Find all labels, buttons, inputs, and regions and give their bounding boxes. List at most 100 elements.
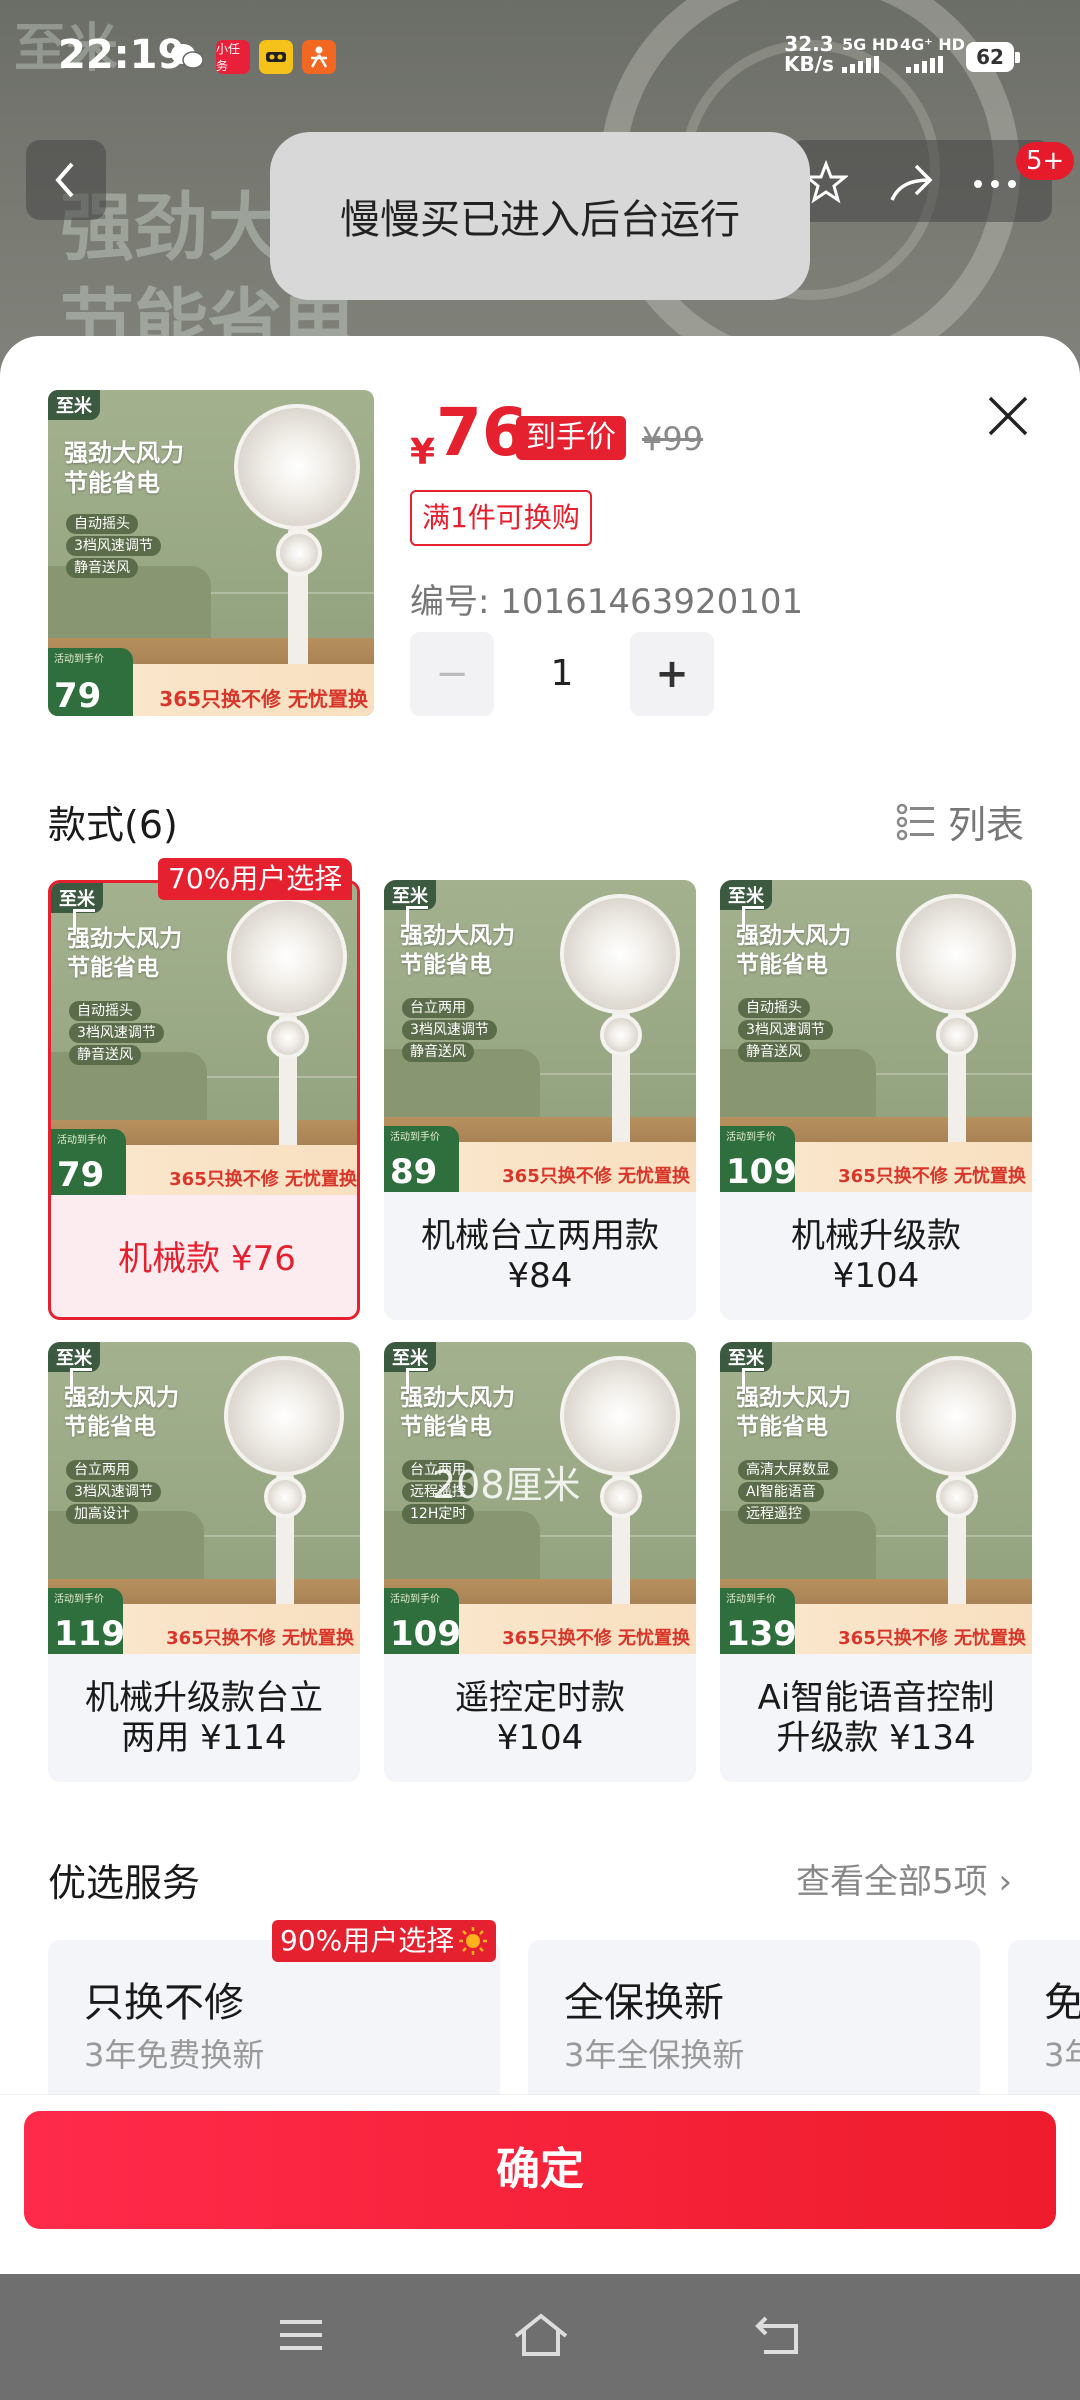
thumb-price-label: 活动到手价	[54, 653, 104, 665]
list-view-toggle[interactable]: 列表	[896, 794, 1024, 849]
final-price-tag: 到手价	[516, 416, 626, 460]
variant-image-feature: 自动摇头	[69, 1001, 141, 1021]
original-price: ¥99	[642, 420, 704, 458]
variant-image-feature: 静音送风	[402, 1042, 474, 1062]
status-time: 22:19	[58, 32, 186, 78]
variant-image-feature: 3档风速调节	[66, 1482, 161, 1502]
variant-image-guarantee: 365只换不修 无忧置换	[166, 1628, 354, 1649]
variant-image-feature: 静音送风	[69, 1045, 141, 1065]
variant-image-headline: 强劲大风力 节能省电	[736, 1385, 851, 1440]
variant-label: 机械台立两用款 ¥84	[421, 1216, 659, 1296]
cart-count-badge: 5+	[1016, 142, 1075, 180]
app-yellow-icon	[259, 40, 293, 74]
home-icon[interactable]	[512, 2310, 570, 2360]
sim1-label: 5G HD	[842, 35, 899, 54]
app-orange-icon	[302, 40, 336, 74]
variant-image-price-label: 活动到手价	[54, 1594, 104, 1606]
variant-image-guarantee: 365只换不修 无忧置换	[838, 1628, 1026, 1649]
variant-image-headline: 强劲大风力 节能省电	[400, 923, 515, 978]
variant-image-price: 109	[726, 1152, 797, 1192]
service-popular-badge: 90%用户选择	[272, 1920, 497, 1962]
share-icon[interactable]	[886, 160, 934, 204]
variant-card[interactable]: 至米 强劲大风力 节能省电 台立两用 3档风速调节 静音送风 活动到手价 89 365只换不修…	[384, 880, 696, 1320]
mini-task-icon: 小任务	[216, 40, 250, 74]
variant-card[interactable]: 至米 强劲大风力 节能省电 自动摇头 3档风速调节 静音送风 活动到手价 109 365只换不…	[720, 880, 1032, 1320]
list-icon	[896, 803, 934, 840]
height-overlay-text: 208厘米	[432, 1463, 581, 1507]
view-all-services-link[interactable]: 查看全部5项 ›	[796, 1854, 1012, 1903]
variant-image: 至米 强劲大风力 节能省电 高清大屏数显 AI智能语音 远程遥控 活动到手价 139 365只…	[720, 1342, 1032, 1654]
variant-label: Ai智能语音控制 升级款 ¥134	[757, 1678, 995, 1758]
price-currency: ¥	[410, 432, 436, 473]
product-thumbnail[interactable]: 至米 强劲大风力 节能省电 自动摇头 3档风速调节 静音送风 活动到手价 79 …	[48, 390, 374, 716]
variants-title: 款式(6)	[48, 803, 178, 847]
variant-card[interactable]: 至米 强劲大风力 节能省电 高清大屏数显 AI智能语音 远程遥控 活动到手价 139 365只…	[720, 1342, 1032, 1782]
service-title: 免	[1044, 1980, 1080, 2026]
chevron-left-icon	[55, 162, 74, 198]
service-card[interactable]: 免 3年	[1008, 1940, 1080, 2110]
sku-selector-sheet: 至米 强劲大风力 节能省电 自动摇头 3档风速调节 静音送风 活动到手价 79 …	[0, 336, 1080, 2276]
status-bar: 22:19 小任务 32.3 KB/s 5G HD 4G⁺ HD 62	[0, 0, 1080, 100]
variant-image-guarantee: 365只换不修 无忧置换	[169, 1169, 357, 1190]
variant-card[interactable]: 至米 强劲大风力 节能省电 台立两用 3档风速调节 加高设计 活动到手价 119 365只换不…	[48, 1342, 360, 1782]
service-subtitle: 3年	[1044, 2036, 1080, 2074]
final-price: 76	[436, 394, 528, 471]
variant-image-feature: AI智能语音	[738, 1482, 824, 1502]
variant-card[interactable]: 至米 强劲大风力 节能省电 自动摇头 3档风速调节 静音送风 活动到手价 79 365只换不修…	[48, 880, 360, 1320]
variant-image-headline: 强劲大风力 节能省电	[64, 1385, 179, 1440]
confirm-bar: 确定	[0, 2094, 1080, 2274]
variant-image-guarantee: 365只换不修 无忧置换	[838, 1166, 1026, 1187]
variant-image-headline: 强劲大风力 节能省电	[67, 926, 182, 981]
variant-image: 至米 强劲大风力 节能省电 台立两用 3档风速调节 加高设计 活动到手价 119 365只换不…	[48, 1342, 360, 1654]
variant-image-guarantee: 365只换不修 无忧置换	[502, 1628, 690, 1649]
variant-image-price: 79	[57, 1155, 105, 1195]
screen: 至米 强劲大风力 节能省电 22:19 小任务 32.3 KB/s 5G HD …	[0, 0, 1080, 2400]
variant-image-guarantee: 365只换不修 无忧置换	[502, 1166, 690, 1187]
variant-image-feature: 3档风速调节	[69, 1023, 164, 1043]
variant-image-feature: 静音送风	[738, 1042, 810, 1062]
thumb-feature: 自动摇头	[66, 514, 138, 534]
menu-icon[interactable]	[276, 2310, 326, 2360]
quantity-increase-button[interactable]: +	[630, 632, 714, 716]
service-popular-badge-text: 90%用户选择	[280, 1924, 455, 1957]
thumb-price: 79	[54, 676, 102, 716]
wechat-icon	[170, 40, 204, 74]
variant-image-price-label: 活动到手价	[726, 1594, 776, 1606]
variant-image-price: 89	[390, 1152, 438, 1192]
popular-choice-badge: 70%用户选择	[158, 858, 353, 900]
thumb-feature: 3档风速调节	[66, 536, 161, 556]
back-nav-icon[interactable]	[752, 2310, 806, 2360]
variant-image-headline: 强劲大风力 节能省电	[736, 923, 851, 978]
more-icon[interactable]	[968, 160, 1022, 204]
variant-image-price-label: 活动到手价	[57, 1135, 107, 1147]
variant-image: 至米 强劲大风力 节能省电 台立两用 3档风速调节 静音送风 活动到手价 89 365只换不修…	[384, 880, 696, 1192]
back-button[interactable]	[26, 140, 106, 220]
sku-number: 编号: 10161463920101	[410, 582, 804, 622]
star-icon[interactable]	[804, 160, 848, 204]
variant-image-price: 109	[390, 1614, 461, 1654]
service-subtitle: 3年免费换新	[84, 2036, 265, 2074]
system-nav-bar	[0, 2274, 1080, 2400]
variant-image-feature: 加高设计	[66, 1504, 138, 1524]
sim2-label: 4G⁺ HD	[900, 35, 965, 54]
network-speed: 32.3 KB/s	[784, 34, 834, 74]
list-toggle-label: 列表	[948, 803, 1025, 847]
variant-label: 机械升级款 ¥104	[791, 1216, 961, 1296]
service-card[interactable]: 只换不修 3年免费换新	[48, 1940, 500, 2110]
service-title: 只换不修	[84, 1980, 244, 2026]
service-card[interactable]: 全保换新 3年全保换新	[528, 1940, 980, 2110]
variant-card[interactable]: 至米 强劲大风力 节能省电 台立两用 远程遥控 12H定时 活动到手价 109 365只换不修…	[384, 1342, 696, 1782]
thumb-headline: 强劲大风力 节能省电	[64, 439, 184, 497]
close-icon[interactable]	[982, 390, 1034, 442]
confirm-button[interactable]: 确定	[24, 2111, 1056, 2229]
battery-indicator: 62	[966, 42, 1020, 72]
service-title: 全保换新	[564, 1980, 724, 2026]
variant-label: 机械升级款台立 两用 ¥114	[85, 1678, 323, 1758]
service-subtitle: 3年全保换新	[564, 2036, 745, 2074]
sim2-signal-icon	[906, 56, 943, 73]
quantity-value[interactable]: 1	[494, 632, 630, 716]
variant-image-feature: 高清大屏数显	[738, 1460, 838, 1480]
variant-label: 机械款 ¥76	[118, 1239, 296, 1279]
variant-image-feature: 台立两用	[66, 1460, 138, 1480]
quantity-decrease-button[interactable]: −	[410, 632, 494, 716]
